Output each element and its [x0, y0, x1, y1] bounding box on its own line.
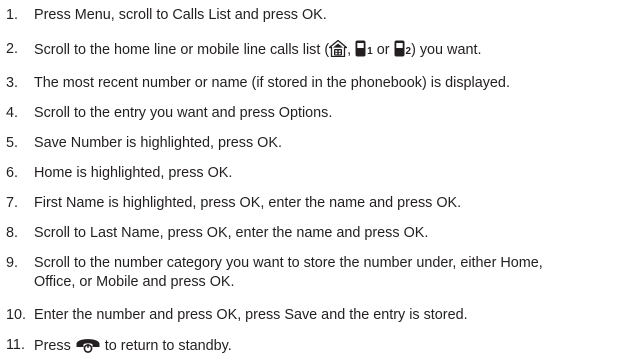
mobile-term: Mobile: [96, 274, 139, 290]
step-number: 3.: [6, 75, 19, 91]
step-number: 5.: [6, 135, 19, 151]
step-text: Press Menu, scroll to Calls List and pre…: [34, 7, 327, 23]
ok-term: OK: [239, 195, 261, 211]
ok-term: OK: [403, 225, 425, 241]
step-text: Scroll to the home line or mobile line c…: [34, 39, 482, 58]
last-name-term: Last Name: [89, 225, 160, 241]
ok-term: OK: [436, 195, 458, 211]
step-number: 10.: [6, 307, 27, 323]
step-text: Save Number is highlighted, press OK.: [34, 135, 282, 151]
step-text: Home is highlighted, press OK.: [34, 165, 233, 181]
step-text: Press to return to standby.: [34, 336, 232, 354]
step-line: Scroll to the number category you want t…: [34, 255, 543, 271]
save-term: Save: [284, 307, 318, 323]
step-text: Scroll to the entry you want and press O…: [34, 105, 333, 121]
step-number: 7.: [6, 195, 19, 211]
calls-list-term: Calls List: [172, 7, 231, 23]
step-number: 4.: [6, 105, 19, 121]
save-number-term: Save Number: [34, 135, 122, 151]
step-number: 11.: [6, 337, 25, 353]
step-text: Enter the number and press OK, press Sav…: [34, 307, 468, 323]
menu-term: Menu: [74, 7, 111, 23]
options-term: Options: [278, 105, 329, 121]
ok-term: OK: [207, 165, 229, 181]
house-icon: [328, 39, 348, 58]
step-text: Scroll to Last Name, press OK, enter the…: [34, 225, 429, 241]
home-term: Home: [34, 165, 73, 181]
step-number: 1.: [6, 7, 19, 23]
step-number: 2.: [6, 41, 19, 57]
step-number: 6.: [6, 165, 19, 181]
step-number: 8.: [6, 225, 19, 241]
office-term: Office: [34, 274, 72, 290]
ok-term: OK: [216, 307, 238, 323]
phone-end-key-icon: [75, 336, 101, 353]
ok-term: OK: [257, 135, 278, 151]
line-1-label: 1: [367, 46, 373, 57]
instruction-document: 1. Press Menu, scroll to Calls List and …: [0, 0, 637, 362]
step-text: The most recent number or name (if store…: [34, 75, 510, 91]
ok-term: OK: [209, 274, 231, 290]
step-line: Office, or Mobile and press OK.: [34, 274, 235, 290]
handset-icon: [355, 40, 366, 57]
step-text: Scroll to the number category you want t…: [34, 254, 634, 292]
ok-term: OK: [206, 225, 228, 241]
handset-icon: [394, 40, 405, 57]
ok-term: OK: [301, 7, 323, 23]
step-number: 9.: [6, 255, 19, 271]
step-text: First Name is highlighted, press OK, ent…: [34, 195, 462, 211]
first-name-term: First Name: [34, 195, 105, 211]
